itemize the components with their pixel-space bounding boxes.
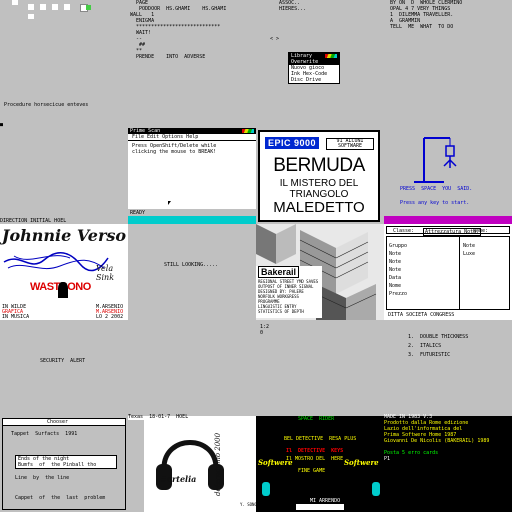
form-header: Classe: Attrezzatura Nota: Nome: [386,226,510,236]
chooser-row-2-box[interactable]: Ends of the night Bumfs of the Pinball t… [15,455,117,469]
figure-shape [58,282,68,298]
map-grid [12,0,100,20]
credits-line-5: Giovanni De Nicolis (BAKERAIL) 1989 [384,438,490,444]
cover-publisher: 91 ALCUNI SOFTWARE [326,138,374,150]
epic-banner-text: EPIC 9000 [267,138,317,148]
space-rider-title: SPACE RIDER [298,416,335,422]
form-field-8[interactable]: Note [463,243,475,249]
space-rider-row-2: Il DETECTIVE KEYS [286,448,344,454]
tile-r4-c4: Classe: Attrezzatura Nota: Nome: Gruppo … [384,224,512,320]
chooser-title-bar: Chooser [3,419,125,426]
text-line: TELL ME WHAT TO DO [384,24,454,30]
tile-r5-c3-line-2: 0 [260,330,264,336]
credits-line-7: Posta 5 erro cards [384,450,439,456]
tile-r3-c2: Prime Scan File Edit Options Help Press … [128,128,256,224]
tile-r1-c3: ASSOC.. HIERES... < > [256,0,384,42]
form-label-class: Classe: [393,228,415,234]
chooser-row-4[interactable]: Line by the line [15,475,69,481]
window-menu-bar[interactable]: File Edit Options Help [128,134,256,141]
astronaut-left-icon [262,482,270,496]
astronaut-right-icon [372,482,380,496]
softwere-right: Softwere [344,458,379,467]
tile-r1-c4: BY ON D WHOLE CLERMINO OPAL 4 7 VERY THI… [384,0,512,128]
signature: Vela Sink [96,264,115,282]
space-rider-row-1: BEL DETECTIVE RESA PLUS [284,436,357,442]
form-body: Gruppo Note Note Note Data Nome Prezzo N… [386,236,510,310]
johnnie-verso-title: Johnnie Verso [1,226,127,245]
tile-r4-c3: Bakerail REGIONAL STREET YMD SAVES OUTPO… [256,224,384,320]
tile-r3-c1: DIRECTION INITIAL HOEL [0,128,128,224]
rainbow-stripes [242,129,254,133]
font-option-1[interactable]: 1. DOUBLE THICKNESS [408,334,468,340]
cover-title: BERMUDA [273,155,365,176]
tile-r3-c3: EPIC 9000 91 ALCUNI SOFTWARE BERMUDA IL … [256,128,384,224]
space-rider-bar [296,504,344,510]
form-divider [459,237,460,309]
tile-r2-c2 [128,32,256,128]
cover-subtitle-3: MALEDETTO [273,199,365,216]
form-field-7[interactable]: Prezzo [389,291,407,297]
cover-subtitle-1: IL MISTERO DEL [279,178,359,189]
chooser-row-1[interactable]: Tappet Surfacts 1991 [11,431,77,437]
form-field-1[interactable]: Gruppo [389,243,407,249]
rainbow-stripes [325,54,337,58]
tile-r4-c1: Johnnie Verso Vela Sink WASTRONO IN WILD… [0,224,128,320]
tile-r1-c1 [0,0,128,32]
album-side-title: deferndumo 2000 [214,432,222,496]
menu-item-disc-drive[interactable]: Disc Drive [289,77,339,83]
security-alert-text: SECURITY ALERT [40,358,86,364]
hangman-text-1: PRESS SPACE YOU SAID. [400,186,473,192]
tile-r2-c1: Procedure horsecicue enteves ■ [0,32,128,128]
form-field-9[interactable]: Luxe [463,251,475,257]
chooser-title: Chooser [47,419,69,425]
tile-r2-c1-text: Procedure horsecicue enteves [4,102,89,108]
bakerail-brand: Bakerail [258,266,300,278]
tile-r6-c1: Chooser Tappet Surfacts 1991 Ends of the… [0,416,128,512]
font-option-2[interactable]: 2. ITALICS [408,343,441,349]
magenta-strip [384,216,512,224]
library-menu-title: Library [289,53,339,59]
softwere-left: Softwere [258,458,293,467]
chooser-row-3: Bumfs of the Pinball tho [18,462,97,468]
window-body-line-2: clicking the mouse to BREAK! [132,149,217,155]
space-rider-row-3: Il MOSTRO DEL HERE [286,456,344,462]
chooser-window: Chooser Tappet Surfacts 1991 Ends of the… [2,418,126,510]
tile-r5-c1: SECURITY ALERT [0,320,128,416]
tile-r6-c2: Texas 18-01-7 HOEL #ortelia deferndumo 2… [128,414,271,512]
tile-r3-c4: PRESS SPACE YOU SAID. Press any key to s… [384,128,512,224]
space-rider-row-4: FINE GAME [298,468,326,474]
form-field-4[interactable]: Note [389,267,401,273]
form-field-5[interactable]: Data [389,275,401,281]
epic-banner: EPIC 9000 [264,136,320,150]
form-label-name: Nome: [473,228,489,234]
tile-r5-c3: 1:2 0 [256,320,384,416]
window-menu-text[interactable]: File Edit Options Help [132,134,198,140]
form-footer: DITTA SOCIETA CONGRESS [388,312,455,318]
window-body: Press OpenShift/Delete while clicking th… [128,141,256,209]
album-brand: #ortelia [160,474,197,484]
form-field-3[interactable]: Note [389,259,401,265]
tile-r6-c3: SPACE RIDER BEL DETECTIVE RESA PLUS Il D… [256,416,384,512]
form-field-6[interactable]: Nome [389,283,401,289]
tile-r4-c2: STILL LOOKING..... [128,224,256,320]
chooser-row-5[interactable]: Cappet of the last problem [15,495,105,501]
cover-frame: EPIC 9000 91 ALCUNI SOFTWARE BERMUDA IL … [258,130,380,222]
tile-r2-c3: Library Overwrite Nuovo gioco Ink Hex-Co… [256,32,384,128]
hangman-text-2: Press any key to start. [400,200,470,206]
tile-r1-c4-text: BY ON D WHOLE CLERMINO OPAL 4 7 VERY THI… [384,0,462,30]
bakerail-row-7: STATISTICS OF DEPTH [258,309,304,314]
cyan-strip [128,216,256,224]
font-option-3[interactable]: 3. FUTURISTIC [408,352,450,358]
still-looking-text: STILL LOOKING..... [164,262,219,268]
tile-r5-c4: 1. DOUBLE THICKNESS 2. ITALICS 3. FUTURI… [384,320,512,416]
tile-r6-c4: MADE IN 1983 V.3 Prodotto dalla Rome edi… [384,414,512,512]
library-menu[interactable]: Library Overwrite Nuovo gioco Ink Hex-Co… [288,52,340,84]
hangman-icon [414,137,457,183]
credits-line-8: P1 [384,456,391,462]
form-field-2[interactable]: Note [389,251,401,257]
side-strip [128,420,144,512]
mouse-pointer-icon [168,201,171,205]
